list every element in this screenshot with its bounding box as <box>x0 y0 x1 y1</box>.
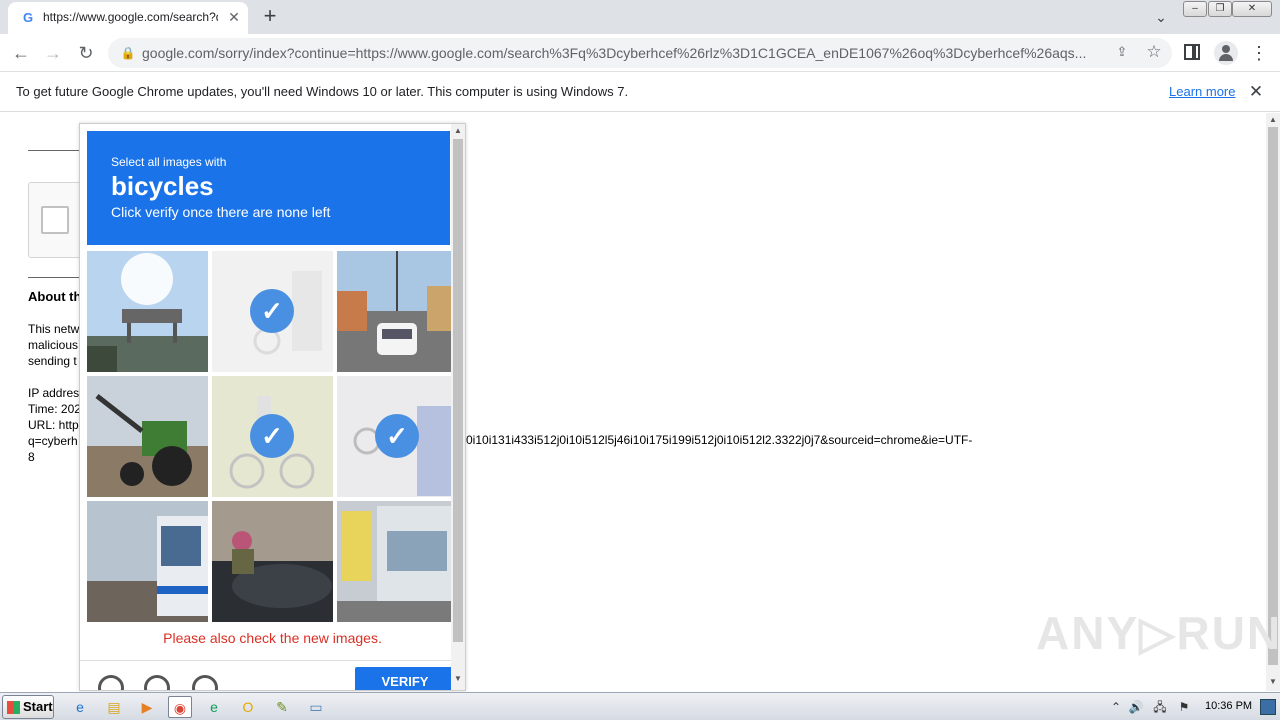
media-player-taskbar-icon[interactable]: ▶ <box>135 696 159 718</box>
forward-button[interactable]: → <box>40 40 66 66</box>
learn-more-link[interactable]: Learn more <box>1169 84 1235 99</box>
about-text-line: This netw <box>28 322 80 336</box>
ie-taskbar-icon[interactable]: e <box>68 696 92 718</box>
tab-search-icon[interactable]: ⌄ <box>1150 6 1172 28</box>
challenge-subtext: Click verify once there are none left <box>111 204 331 220</box>
challenge-error: Please also check the new images. <box>163 630 382 646</box>
notepad-taskbar-icon[interactable]: ✎ <box>270 696 294 718</box>
window-maximize-button[interactable]: ❐ <box>1208 1 1232 17</box>
window-minimize-button[interactable]: ‒ <box>1183 1 1207 17</box>
captcha-tile[interactable] <box>337 251 458 372</box>
captcha-tile[interactable] <box>87 501 208 622</box>
share-icon[interactable]: ⇪ <box>1112 44 1132 62</box>
tab-title: https://www.google.com/search?q= <box>43 10 218 24</box>
app-taskbar-icon[interactable]: ▭ <box>304 696 328 718</box>
recaptcha-checkbox[interactable] <box>41 206 69 234</box>
selected-check-icon: ✓ <box>375 414 419 458</box>
captcha-scrollbar[interactable]: ▲ ▼ <box>451 124 465 690</box>
outlook-taskbar-icon[interactable]: O <box>236 696 260 718</box>
infobar-close-icon[interactable]: ✕ <box>1246 82 1266 102</box>
infobar-message: To get future Google Chrome updates, you… <box>16 84 629 99</box>
browser-toolbar: ← → ↻ 🔒 google.com/sorry/index?continue=… <box>0 34 1280 72</box>
captcha-tile[interactable] <box>337 501 458 622</box>
tile-image <box>337 501 458 622</box>
challenge-instruction: Select all images with <box>111 155 227 169</box>
url-line: URL: http <box>28 418 79 432</box>
help-icon[interactable] <box>192 675 218 690</box>
explorer-taskbar-icon[interactable]: ▤ <box>102 696 126 718</box>
taskbar-clock[interactable]: 10:36 PM <box>1205 700 1252 712</box>
tile-image <box>87 376 208 497</box>
network-icon[interactable]: 🖧 <box>1152 699 1168 715</box>
about-heading: About th <box>28 289 82 304</box>
recaptcha-challenge: Select all images with bicycles Click ve… <box>79 123 466 691</box>
ip-address-line: IP addres <box>28 386 80 400</box>
time-line: Time: 202 <box>28 402 81 416</box>
about-text-line: sending t <box>28 354 77 368</box>
address-bar[interactable]: 🔒 google.com/sorry/index?continue=https:… <box>108 38 1172 68</box>
windows-logo-icon <box>7 701 20 714</box>
scroll-up-arrow-icon[interactable]: ▲ <box>451 126 465 135</box>
back-button[interactable]: ← <box>8 40 34 66</box>
url-line-end: 8 <box>28 450 35 464</box>
page-scrollbar[interactable]: ▲ ▼ <box>1266 113 1280 691</box>
chrome-taskbar-icon[interactable]: ◉ <box>168 696 192 718</box>
selected-check-icon: ✓ <box>250 289 294 333</box>
show-desktop-icon[interactable] <box>1260 699 1276 715</box>
volume-icon[interactable]: 🔊 <box>1128 699 1144 715</box>
tile-image <box>87 251 208 372</box>
audio-challenge-icon[interactable] <box>144 675 170 690</box>
page-scrollbar-thumb[interactable] <box>1268 127 1278 665</box>
tab-close-icon[interactable]: ✕ <box>226 9 242 25</box>
window-close-button[interactable]: ✕ <box>1232 1 1272 17</box>
reload-challenge-icon[interactable] <box>98 675 124 690</box>
action-center-flag-icon[interactable]: ⚑ <box>1176 699 1192 715</box>
side-panel-icon[interactable] <box>1184 44 1200 60</box>
bookmark-star-icon[interactable]: ☆ <box>1144 42 1164 62</box>
tile-image <box>212 501 333 622</box>
google-favicon-icon: G <box>22 10 34 25</box>
edge-taskbar-icon[interactable]: e <box>202 696 226 718</box>
profile-avatar-icon[interactable] <box>1214 41 1238 65</box>
verify-button[interactable]: VERIFY <box>355 667 455 690</box>
scroll-up-arrow-icon[interactable]: ▲ <box>1266 115 1280 124</box>
reload-button[interactable]: ↻ <box>73 40 99 66</box>
tile-image <box>337 251 458 372</box>
new-tab-button[interactable]: + <box>258 5 282 29</box>
lock-icon[interactable]: 🔒 <box>120 45 136 61</box>
challenge-object: bicycles <box>111 171 214 201</box>
captcha-scrollbar-thumb[interactable] <box>453 139 463 642</box>
tab-strip: G https://www.google.com/search?q= ✕ + ⌄… <box>0 0 1280 34</box>
windows-taskbar: Start e ▤ ▶ ◉ e O ✎ ▭ ⌃ 🔊 🖧 ⚑ 10:36 PM <box>0 692 1280 720</box>
about-text-line: malicious <box>28 338 79 352</box>
selected-check-icon: ✓ <box>250 414 294 458</box>
browser-tab[interactable]: G https://www.google.com/search?q= ✕ <box>8 2 248 34</box>
url-text[interactable]: google.com/sorry/index?continue=https://… <box>142 45 1102 61</box>
scroll-down-arrow-icon[interactable]: ▼ <box>451 674 465 683</box>
scroll-down-arrow-icon[interactable]: ▼ <box>1266 677 1280 686</box>
chrome-menu-icon[interactable]: ⋮ <box>1250 41 1268 65</box>
captcha-tile[interactable] <box>212 501 333 622</box>
start-label: Start <box>23 699 53 714</box>
update-infobar: To get future Google Chrome updates, you… <box>0 72 1280 112</box>
tray-expand-icon[interactable]: ⌃ <box>1108 699 1124 715</box>
url-line-tail: 0i10i131i433i512j0i10i512l5j46i10i175i19… <box>466 433 973 447</box>
tile-image <box>87 501 208 622</box>
captcha-tile[interactable] <box>87 251 208 372</box>
anyrun-watermark: ANY▷RUN <box>1036 607 1280 659</box>
url-line-cont: q=cyberh <box>28 434 78 448</box>
challenge-header: Select all images with bicycles Click ve… <box>87 131 450 245</box>
captcha-tile[interactable] <box>87 376 208 497</box>
start-button[interactable]: Start <box>2 695 54 719</box>
challenge-footer: VERIFY <box>80 660 465 690</box>
